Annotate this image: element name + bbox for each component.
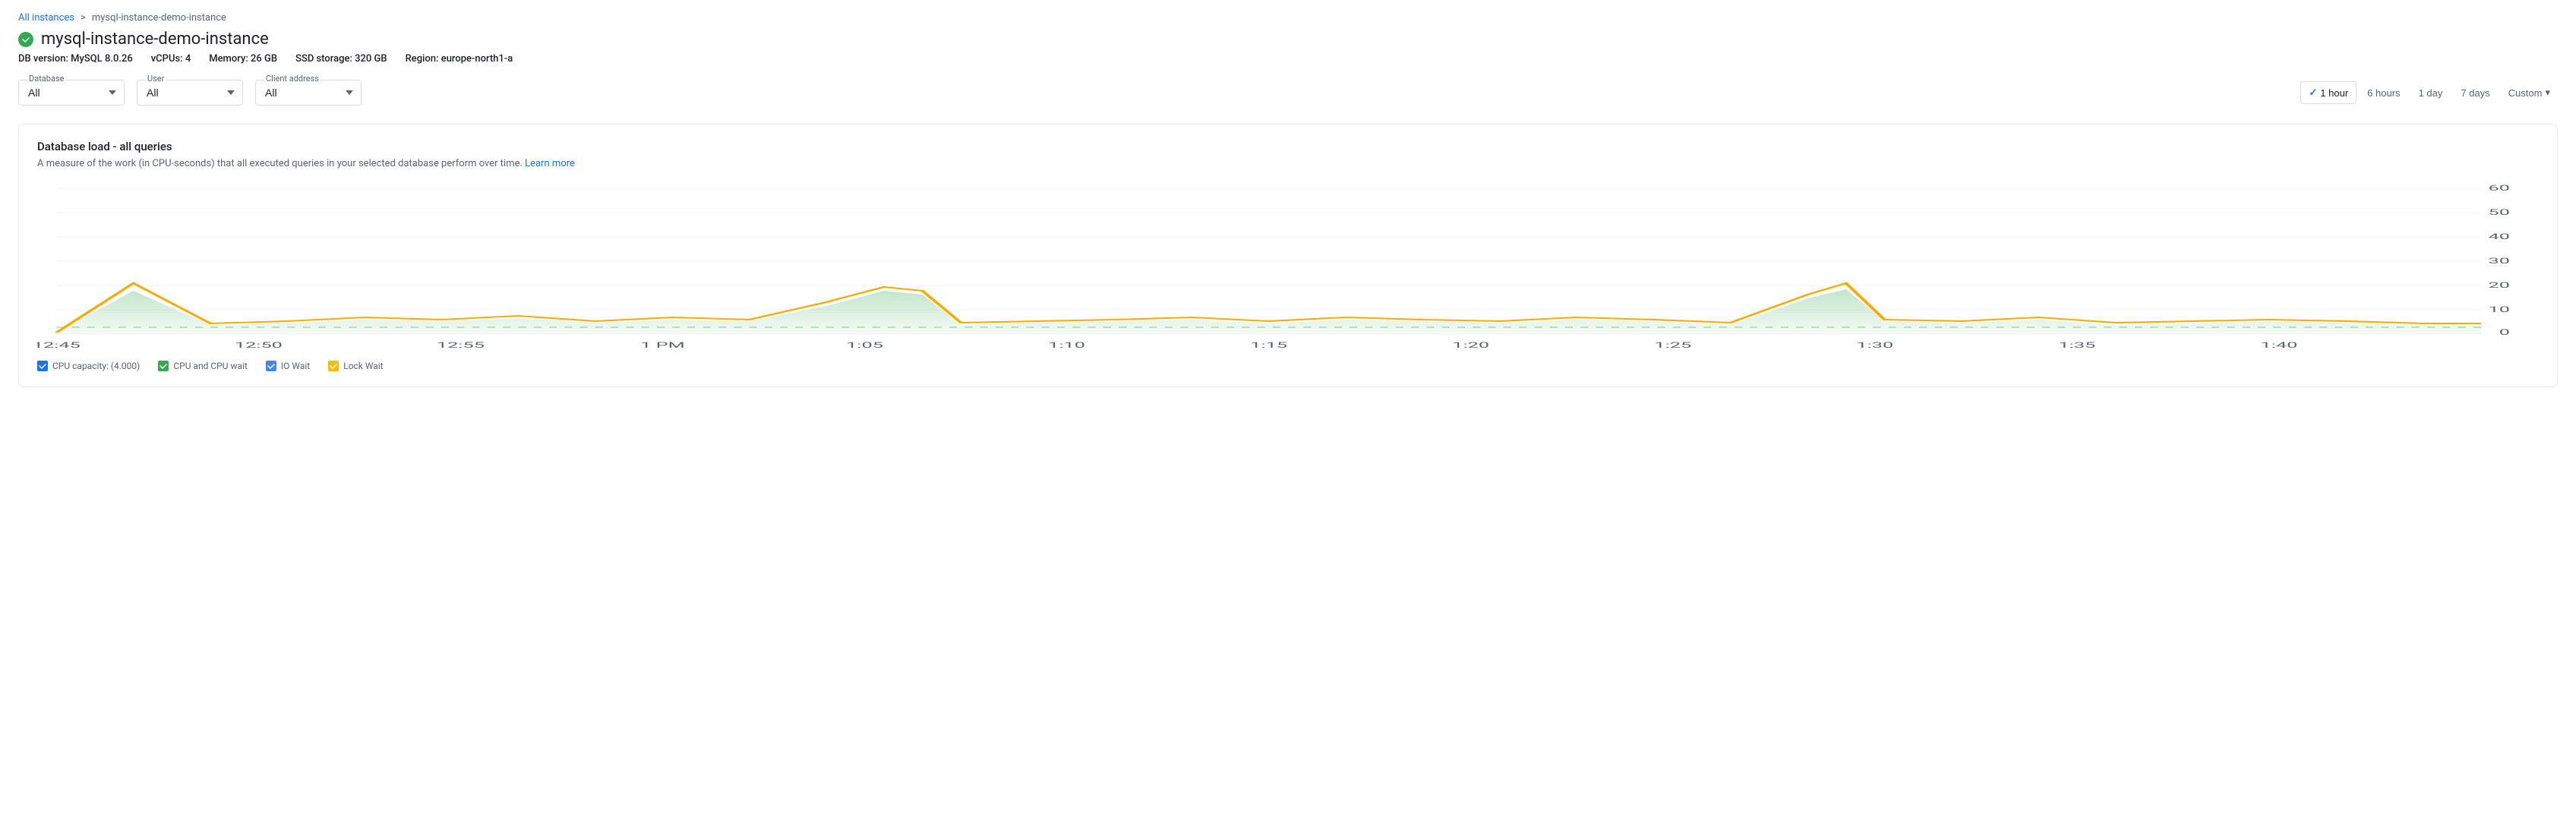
user-select[interactable]: All	[137, 80, 243, 106]
time-btn-1day[interactable]: 1 day	[2411, 83, 2451, 103]
legend-cpu-wait-checkbox[interactable]	[158, 361, 169, 371]
chart-subtitle: A measure of the work (in CPU-seconds) t…	[37, 158, 2539, 169]
svg-text:20: 20	[2489, 281, 2510, 290]
time-range-controls: ✓ 1 hour 6 hours 1 day 7 days Custom ▾	[2300, 81, 2558, 104]
meta-region: Region: europe-north1-a	[406, 53, 513, 65]
svg-text:0: 0	[2499, 328, 2510, 337]
legend-cpu-capacity: CPU capacity: (4.000)	[37, 361, 140, 371]
chart-area: 60 50 40 30 20 10 0	[37, 184, 2539, 352]
time-btn-1hour[interactable]: ✓ 1 hour	[2300, 81, 2357, 104]
user-filter-label: User	[146, 74, 166, 84]
chart-section: Database load - all queries A measure of…	[18, 124, 2558, 387]
breadcrumb-separator: >	[80, 12, 86, 24]
legend-io-wait-checkbox[interactable]	[266, 361, 276, 371]
filters-row: Database All User All Client address All…	[18, 80, 2558, 106]
time-btn-6hours[interactable]: 6 hours	[2360, 83, 2407, 103]
meta-storage: SSD storage: 320 GB	[295, 53, 387, 65]
legend-cpu-wait: CPU and CPU wait	[158, 361, 248, 371]
breadcrumb-parent-link[interactable]: All instances	[18, 12, 74, 24]
database-filter-label: Database	[27, 74, 65, 84]
status-icon	[18, 32, 33, 47]
svg-text:50: 50	[2489, 208, 2510, 217]
svg-text:12:45: 12:45	[37, 341, 80, 350]
client-address-select[interactable]: All	[255, 80, 361, 106]
svg-text:40: 40	[2489, 232, 2510, 241]
svg-text:10: 10	[2489, 305, 2510, 314]
legend-lock-wait: Lock Wait	[328, 361, 383, 371]
svg-text:1:05: 1:05	[846, 341, 883, 350]
svg-text:12:50: 12:50	[235, 341, 283, 350]
database-filter: Database All	[18, 80, 125, 106]
database-select[interactable]: All	[18, 80, 125, 106]
time-btn-custom[interactable]: Custom ▾	[2501, 82, 2558, 103]
svg-text:1 PM: 1 PM	[640, 341, 685, 350]
svg-text:1:30: 1:30	[1856, 341, 1893, 350]
page-title-row: mysql-instance-demo-instance	[18, 30, 2558, 49]
svg-text:1:25: 1:25	[1654, 341, 1691, 350]
user-filter: User All	[137, 80, 243, 106]
breadcrumb-current: mysql-instance-demo-instance	[92, 12, 226, 24]
instance-meta: DB version: MySQL 8.0.26 vCPUs: 4 Memory…	[18, 53, 2558, 65]
time-btn-7days[interactable]: 7 days	[2453, 83, 2497, 103]
legend-cpu-capacity-checkbox[interactable]	[37, 361, 48, 371]
client-address-filter-label: Client address	[264, 74, 320, 84]
svg-text:1:10: 1:10	[1048, 341, 1085, 350]
chart-title: Database load - all queries	[37, 140, 2539, 153]
svg-text:1:20: 1:20	[1452, 341, 1489, 350]
svg-text:60: 60	[2489, 184, 2510, 193]
chart-legend: CPU capacity: (4.000) CPU and CPU wait I…	[37, 361, 2539, 371]
legend-lock-wait-checkbox[interactable]	[328, 361, 339, 371]
legend-io-wait: IO Wait	[266, 361, 310, 371]
meta-memory: Memory: 26 GB	[209, 53, 277, 65]
meta-db-version: DB version: MySQL 8.0.26	[18, 53, 133, 65]
svg-text:30: 30	[2489, 257, 2510, 266]
client-address-filter: Client address All	[255, 80, 361, 106]
svg-text:1:40: 1:40	[2261, 341, 2298, 350]
breadcrumb: All instances > mysql-instance-demo-inst…	[18, 12, 2558, 24]
svg-text:1:35: 1:35	[2058, 341, 2095, 350]
chart-svg: 60 50 40 30 20 10 0	[37, 184, 2539, 352]
meta-vcpus: vCPUs: 4	[151, 53, 191, 65]
chevron-down-icon: ▾	[2545, 87, 2550, 99]
svg-text:12:55: 12:55	[437, 341, 485, 350]
page-title: mysql-instance-demo-instance	[41, 30, 269, 49]
svg-text:1:15: 1:15	[1250, 341, 1287, 350]
learn-more-link[interactable]: Learn more	[525, 158, 575, 169]
